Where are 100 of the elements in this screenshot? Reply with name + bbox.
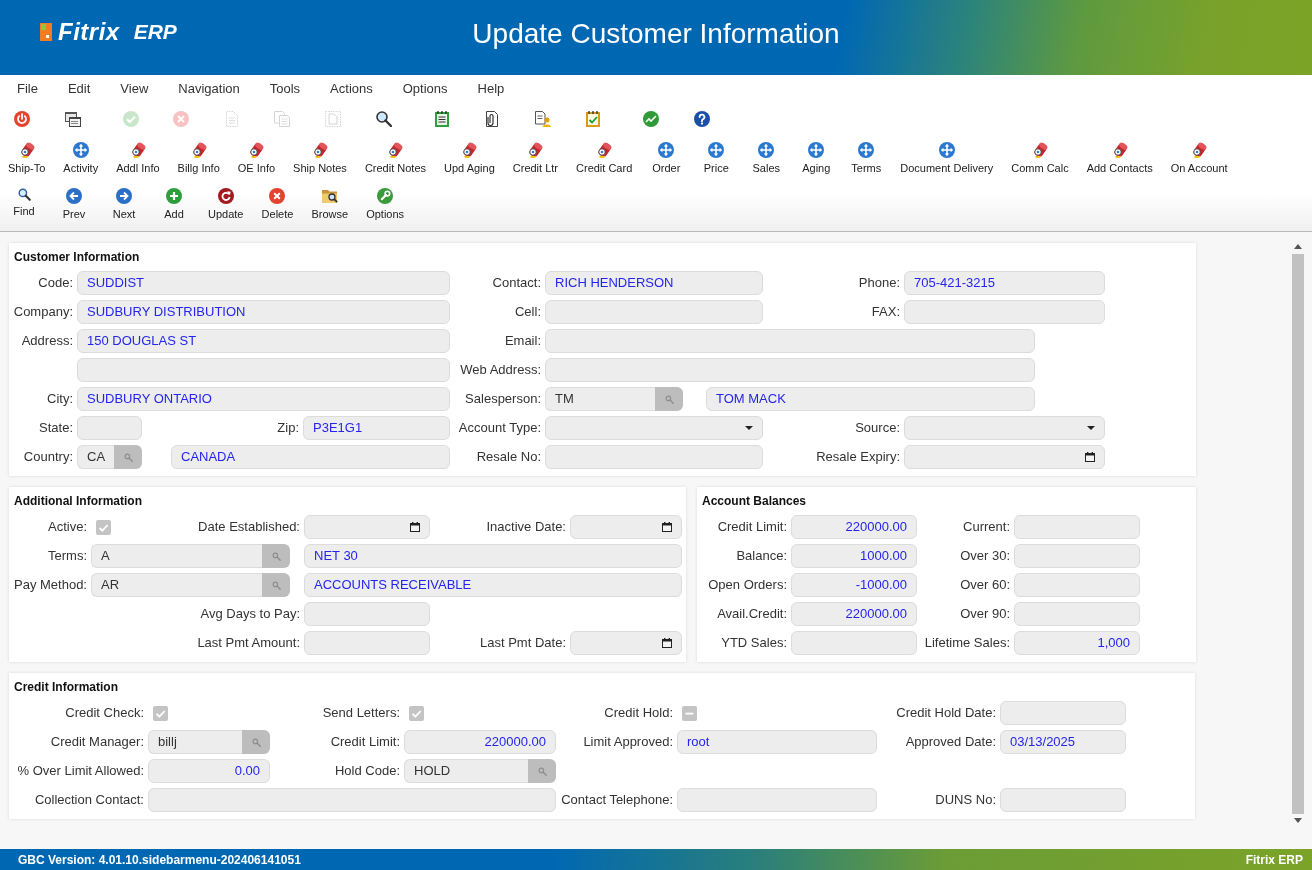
- notepad-icon[interactable]: [433, 111, 450, 127]
- toolbar-button[interactable]: Delete: [253, 182, 302, 221]
- checklist-icon[interactable]: [585, 111, 602, 127]
- input-field[interactable]: [677, 788, 877, 812]
- input-field[interactable]: SUDBURY DISTRIBUTION: [77, 300, 450, 324]
- input-field[interactable]: [77, 416, 142, 440]
- lookup-button[interactable]: [655, 387, 683, 411]
- input-field[interactable]: [545, 329, 1035, 353]
- date-field[interactable]: [904, 445, 1105, 469]
- chart-icon[interactable]: [643, 111, 660, 127]
- input-field[interactable]: billj: [148, 730, 242, 754]
- input-field[interactable]: [1014, 515, 1140, 539]
- toolbar-button[interactable]: Activity: [55, 136, 107, 175]
- menu-item[interactable]: View: [105, 78, 164, 99]
- toolbar-button[interactable]: Price: [692, 136, 741, 175]
- input-field[interactable]: [1014, 544, 1140, 568]
- menu-item[interactable]: Help: [462, 78, 520, 99]
- input-field[interactable]: RICH HENDERSON: [545, 271, 763, 295]
- input-field[interactable]: AR: [91, 573, 262, 597]
- input-field[interactable]: [148, 788, 556, 812]
- toolbar-button[interactable]: Aging: [792, 136, 841, 175]
- date-field[interactable]: [570, 631, 682, 655]
- toolbar-button[interactable]: Add: [150, 182, 198, 221]
- input-field[interactable]: P3E1G1: [303, 416, 450, 440]
- document-person-icon[interactable]: [534, 111, 551, 127]
- lookup-button[interactable]: [114, 445, 142, 469]
- input-field[interactable]: 705-421-3215: [904, 271, 1105, 295]
- checkbox[interactable]: [96, 519, 111, 535]
- menu-item[interactable]: Navigation: [163, 78, 255, 99]
- toolbar-button[interactable]: Options: [358, 182, 413, 221]
- input-field[interactable]: [791, 631, 917, 655]
- input-field[interactable]: 150 DOUGLAS ST: [77, 329, 450, 353]
- menu-item[interactable]: Edit: [52, 78, 106, 99]
- toolbar-button[interactable]: Browse: [303, 182, 357, 221]
- input-field[interactable]: [304, 631, 430, 655]
- input-field[interactable]: 0.00: [148, 759, 270, 783]
- input-field[interactable]: [545, 300, 763, 324]
- toolbar-button[interactable]: Prev: [50, 182, 98, 221]
- input-field[interactable]: [1000, 701, 1126, 725]
- toolbar-button[interactable]: Ship Notes: [285, 136, 355, 175]
- input-field[interactable]: NET 30: [304, 544, 682, 568]
- help-icon[interactable]: [693, 111, 710, 127]
- input-field[interactable]: SUDBURY ONTARIO: [77, 387, 450, 411]
- lookup-button[interactable]: [262, 573, 290, 597]
- up-arrow-icon[interactable]: [1293, 244, 1302, 249]
- lookup-button[interactable]: [242, 730, 270, 754]
- toolbar-button[interactable]: Add Contacts: [1078, 136, 1161, 175]
- lookup-button[interactable]: [262, 544, 290, 568]
- checkbox[interactable]: [153, 705, 168, 721]
- input-field[interactable]: 1,000: [1014, 631, 1140, 655]
- toolbar-button[interactable]: Order: [642, 136, 691, 175]
- input-field[interactable]: -1000.00: [791, 573, 917, 597]
- input-field[interactable]: [1014, 573, 1140, 597]
- toolbar-button[interactable]: Next: [100, 182, 148, 221]
- input-field[interactable]: TM: [545, 387, 655, 411]
- input-field[interactable]: HOLD: [404, 759, 528, 783]
- toolbar-button[interactable]: Addl Info: [108, 136, 168, 175]
- input-field[interactable]: A: [91, 544, 262, 568]
- toolbar-button[interactable]: Terms: [842, 136, 891, 175]
- input-field[interactable]: TOM MACK: [706, 387, 1035, 411]
- checkbox[interactable]: [409, 705, 424, 721]
- toolbar-button[interactable]: Update: [200, 182, 252, 221]
- toolbar-button[interactable]: Ship-To: [0, 136, 54, 175]
- dropdown-field[interactable]: [904, 416, 1105, 440]
- input-field[interactable]: [77, 358, 450, 382]
- input-field[interactable]: root: [677, 730, 877, 754]
- menu-item[interactable]: File: [2, 78, 53, 99]
- menu-item[interactable]: Actions: [315, 78, 388, 99]
- paperclip-document-icon[interactable]: [484, 111, 501, 127]
- input-field[interactable]: CA: [77, 445, 114, 469]
- input-field[interactable]: [1014, 602, 1140, 626]
- checkbox[interactable]: [682, 705, 697, 721]
- date-field[interactable]: [304, 515, 430, 539]
- input-field[interactable]: [304, 602, 430, 626]
- date-field[interactable]: [570, 515, 682, 539]
- menu-item[interactable]: Options: [387, 78, 463, 99]
- input-field[interactable]: 03/13/2025: [1000, 730, 1126, 754]
- input-field[interactable]: [545, 358, 1035, 382]
- input-field[interactable]: [904, 300, 1105, 324]
- input-field[interactable]: 220000.00: [791, 515, 917, 539]
- input-field[interactable]: 220000.00: [404, 730, 556, 754]
- toolbar-button[interactable]: Upd Aging: [436, 136, 503, 175]
- toolbar-button[interactable]: Sales: [742, 136, 791, 175]
- toolbar-button[interactable]: On Account: [1162, 136, 1236, 175]
- input-field[interactable]: [545, 445, 763, 469]
- toolbar-button[interactable]: Comm Calc: [1003, 136, 1077, 175]
- input-field[interactable]: ACCOUNTS RECEIVABLE: [304, 573, 682, 597]
- lookup-button[interactable]: [528, 759, 556, 783]
- toolbar-button[interactable]: Document Delivery: [892, 136, 1002, 175]
- input-field[interactable]: 220000.00: [791, 602, 917, 626]
- scrollbar-thumb[interactable]: [1291, 254, 1304, 814]
- toolbar-button[interactable]: Credit Card: [568, 136, 641, 175]
- power-icon[interactable]: [14, 111, 30, 127]
- input-field[interactable]: 1000.00: [791, 544, 917, 568]
- toolbar-button[interactable]: Credit Notes: [356, 136, 434, 175]
- menu-item[interactable]: Tools: [254, 78, 316, 99]
- dropdown-field[interactable]: [545, 416, 763, 440]
- toolbar-button[interactable]: OE Info: [229, 136, 284, 175]
- toolbar-button[interactable]: Billg Info: [169, 136, 228, 175]
- down-arrow-icon[interactable]: [1293, 818, 1302, 823]
